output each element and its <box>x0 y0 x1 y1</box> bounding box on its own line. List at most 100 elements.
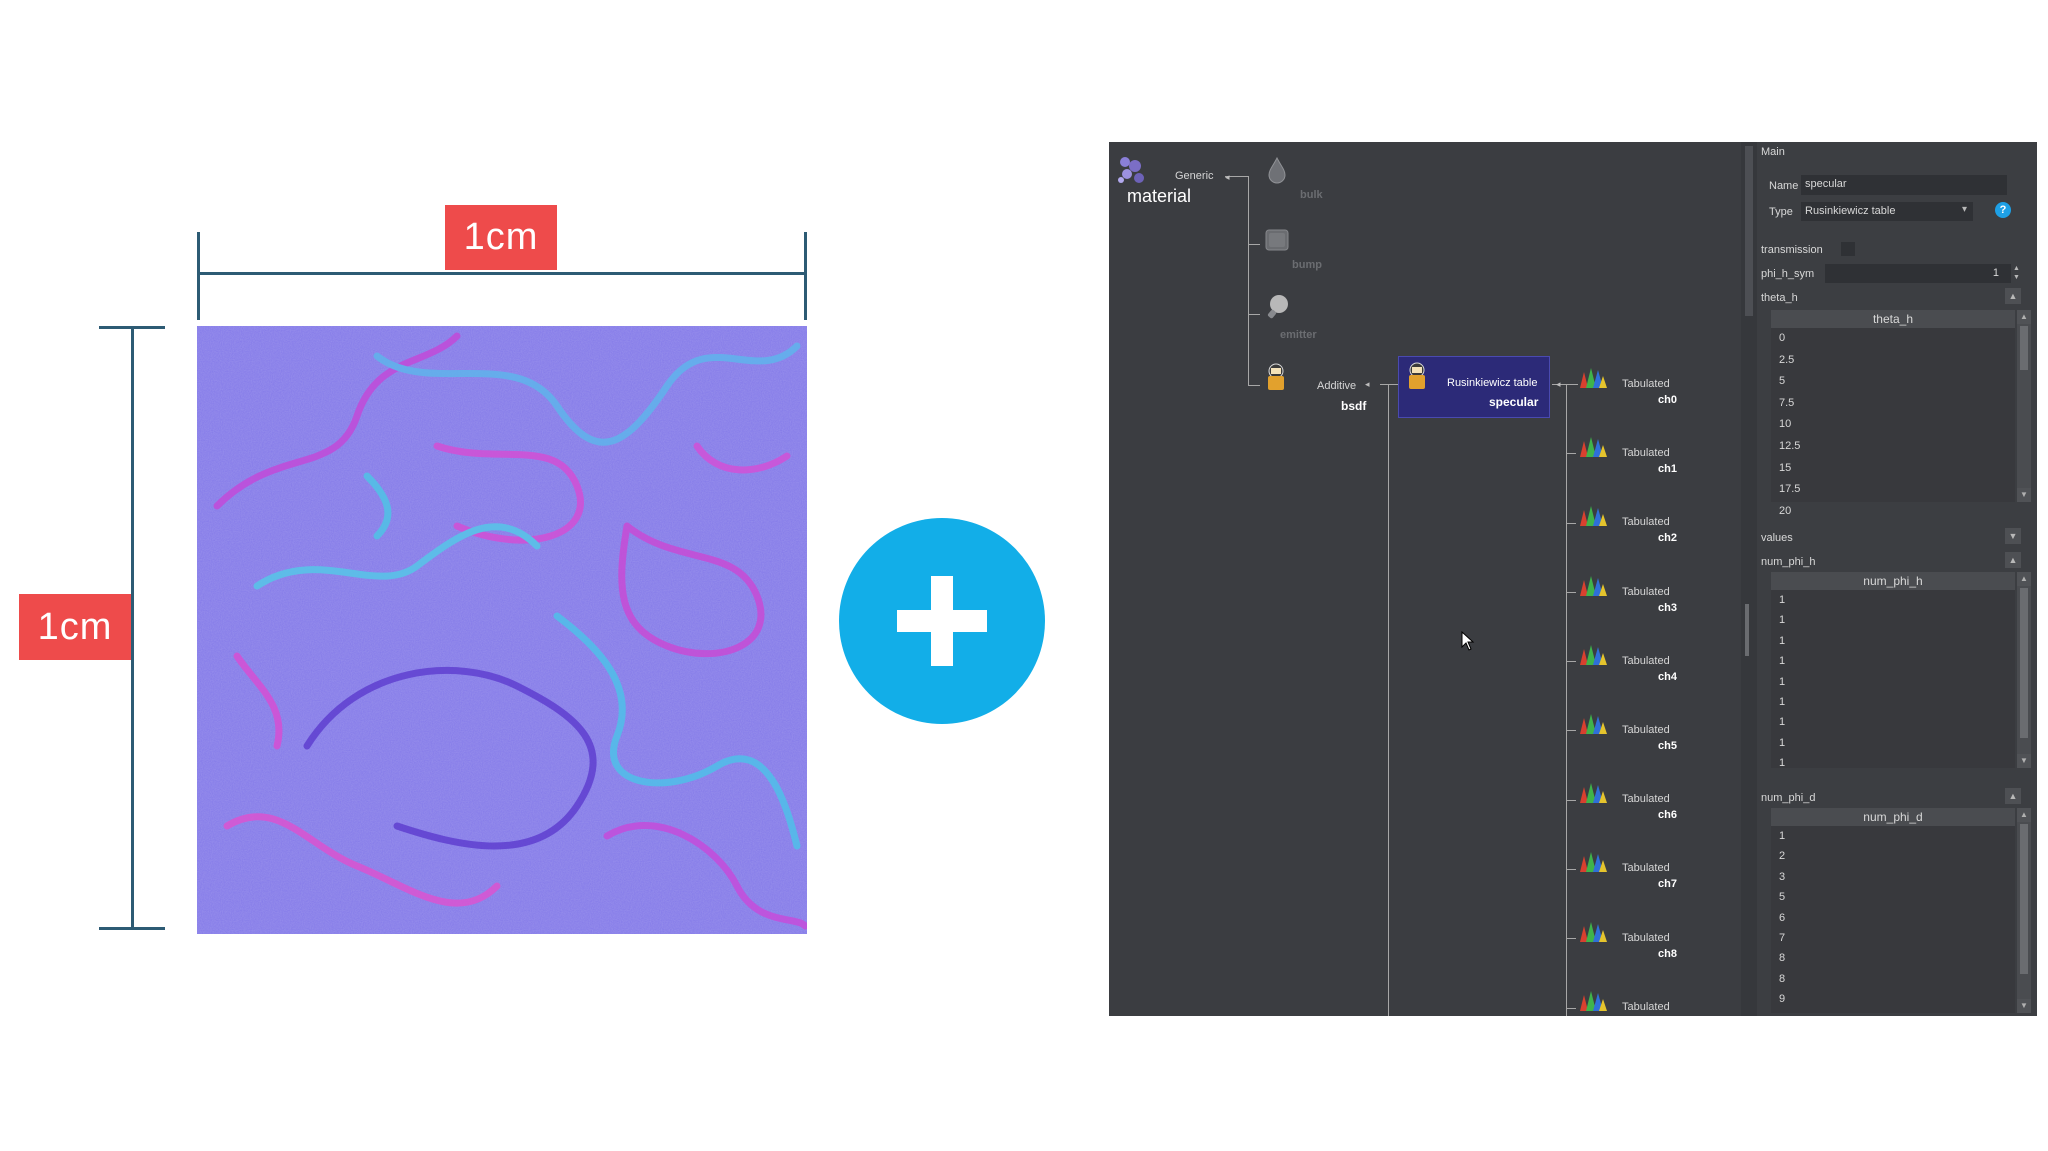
num-phi-d-scrollbar[interactable]: ▲ ▼ <box>2017 808 2031 1013</box>
values-expand-button[interactable]: ▼ <box>2005 528 2021 544</box>
num-phi-d-list[interactable]: num_phi_d 1 2 3 5 6 7 8 8 9 <box>1771 808 2015 1013</box>
tabulated-node-name: ch5 <box>1658 740 1677 752</box>
mouse-cursor-icon <box>1461 631 1475 651</box>
width-dimension-line <box>197 272 807 275</box>
list-item[interactable]: 10 <box>1779 418 1791 430</box>
list-item[interactable]: 0 <box>1779 332 1785 344</box>
chart-icon <box>1580 783 1607 804</box>
tabulated-node-title: Tabulated <box>1622 654 1670 667</box>
graph-scrollbar[interactable] <box>1741 142 1757 1016</box>
tabulated-node[interactable]: Tabulated ch2 <box>1578 502 1688 552</box>
tabulated-node[interactable]: Tabulated ch0 <box>1578 364 1688 414</box>
plus-icon <box>839 518 1045 724</box>
list-item[interactable]: 1 <box>1779 614 1785 626</box>
tabulated-node-title: Tabulated <box>1622 1000 1670 1013</box>
theta-h-scrollbar[interactable]: ▲ ▼ <box>2017 310 2031 502</box>
droplet-icon[interactable] <box>1265 156 1289 184</box>
material-icon <box>1118 157 1144 183</box>
spin-arrows-icon[interactable]: ▲ ▼ <box>2013 264 2020 282</box>
list-item[interactable]: 1 <box>1779 655 1785 667</box>
theta-h-label: theta_h <box>1761 292 1798 304</box>
list-item[interactable]: 1 <box>1779 696 1785 708</box>
list-item[interactable]: 20 <box>1779 505 1791 517</box>
tabulated-node-title: Tabulated <box>1622 585 1670 598</box>
material-node[interactable]: Generic material <box>1113 152 1243 206</box>
bsdf-collapse-arrow[interactable]: ◂ <box>1365 379 1370 390</box>
material-node-title: Generic <box>1175 170 1214 182</box>
chart-icon <box>1580 644 1607 665</box>
num-phi-h-list[interactable]: num_phi_h 1 1 1 1 1 1 1 1 1 <box>1771 572 2015 769</box>
list-item[interactable]: 1 <box>1779 737 1785 749</box>
tabulated-node-name: ch6 <box>1658 809 1677 822</box>
list-item[interactable]: 12.5 <box>1779 440 1800 452</box>
list-item[interactable]: 7 <box>1779 932 1785 944</box>
num-phi-h-scrollbar[interactable]: ▲ ▼ <box>2017 572 2031 768</box>
bump-label: bump <box>1292 259 1322 271</box>
list-item[interactable]: 1 <box>1779 594 1785 606</box>
tabulated-node-title: Tabulated <box>1622 724 1670 736</box>
list-item[interactable]: 9 <box>1779 993 1785 1005</box>
tabulated-node[interactable]: Tabulated <box>1578 987 1688 1016</box>
num-phi-h-label: num_phi_h <box>1761 556 1816 568</box>
num-phi-d-collapse-button[interactable]: ▲ <box>2005 788 2021 804</box>
material-editor-window: Generic material ◂ bulk bump emitter Add… <box>1109 142 2037 1016</box>
list-item[interactable]: 1 <box>1779 635 1785 647</box>
tabulated-node[interactable]: Tabulated ch7 <box>1578 848 1688 898</box>
specular-node-name: specular <box>1489 395 1539 409</box>
list-item[interactable]: 3 <box>1779 871 1785 883</box>
normal-map-texture <box>197 326 807 934</box>
specular-node[interactable]: Rusinkiewicz table specular <box>1398 356 1550 418</box>
chart-icon <box>1580 437 1607 458</box>
tabulated-node-name: ch8 <box>1658 947 1677 960</box>
list-item[interactable]: 2.5 <box>1779 354 1794 366</box>
name-field[interactable]: specular <box>1801 175 2007 195</box>
tabulated-node[interactable]: Tabulated ch4 <box>1578 641 1688 691</box>
tabulated-node-title: Tabulated <box>1622 931 1670 944</box>
list-item[interactable]: 17.5 <box>1779 483 1800 495</box>
tabulated-node[interactable]: Tabulated ch5 <box>1578 710 1688 760</box>
help-icon[interactable]: ? <box>1995 202 2011 218</box>
list-item[interactable]: 8 <box>1779 973 1785 985</box>
tabulated-node[interactable]: Tabulated ch8 <box>1578 918 1688 968</box>
tabulated-node[interactable]: Tabulated ch1 <box>1578 433 1688 483</box>
list-item[interactable]: 1 <box>1779 676 1785 688</box>
list-item[interactable]: 2 <box>1779 850 1785 862</box>
bump-icon[interactable] <box>1263 226 1291 254</box>
tabulated-node-name: ch1 <box>1658 463 1677 476</box>
transmission-checkbox[interactable] <box>1841 242 1855 256</box>
list-item[interactable]: 8 <box>1779 952 1785 964</box>
bulk-label: bulk <box>1300 189 1323 201</box>
num-phi-d-list-header: num_phi_d <box>1771 808 2015 826</box>
tabulated-node-title: Tabulated <box>1622 793 1670 806</box>
tabulated-node[interactable]: Tabulated ch3 <box>1578 572 1688 622</box>
chevron-down-icon: ▾ <box>1961 204 1967 215</box>
list-item[interactable]: 1 <box>1779 830 1785 842</box>
bsdf-icon <box>1268 363 1284 390</box>
bulb-icon[interactable] <box>1263 292 1291 322</box>
theta-h-list[interactable]: theta_h 0 2.5 5 7.5 10 12.5 15 17.5 20 <box>1771 310 2015 517</box>
material-collapse-arrow[interactable]: ◂ <box>1225 172 1230 183</box>
node-graph[interactable]: Generic material ◂ bulk bump emitter Add… <box>1109 142 1741 1016</box>
emitter-label: emitter <box>1280 329 1317 341</box>
list-item[interactable]: 1 <box>1779 757 1785 769</box>
tabulated-node-title: Tabulated <box>1622 862 1670 875</box>
specular-node-title: Rusinkiewicz table <box>1447 377 1538 389</box>
num-phi-h-collapse-button[interactable]: ▲ <box>2005 552 2021 568</box>
tabulated-node-title: Tabulated <box>1622 516 1670 529</box>
properties-panel: Main Name specular Type Rusinkiewicz tab… <box>1757 142 2037 1016</box>
specular-collapse-arrow[interactable]: ◂ <box>1556 379 1561 390</box>
list-item[interactable]: 7.5 <box>1779 397 1794 409</box>
list-item[interactable]: 1 <box>1779 716 1785 728</box>
type-dropdown[interactable]: Rusinkiewicz table ▾ <box>1801 202 1973 221</box>
tabulated-node-title: Tabulated <box>1622 447 1670 460</box>
width-dimension-tick-right <box>804 232 807 320</box>
phi-h-sym-spinbox[interactable]: 1 <box>1825 264 2011 283</box>
list-item[interactable]: 5 <box>1779 375 1785 387</box>
tabulated-node-name: ch7 <box>1658 878 1677 891</box>
theta-h-collapse-button[interactable]: ▲ <box>2005 288 2021 304</box>
list-item[interactable]: 6 <box>1779 912 1785 924</box>
list-item[interactable]: 5 <box>1779 891 1785 903</box>
bsdf-node[interactable]: Additive bsdf <box>1261 360 1381 414</box>
list-item[interactable]: 15 <box>1779 462 1791 474</box>
tabulated-node[interactable]: Tabulated ch6 <box>1578 779 1688 829</box>
